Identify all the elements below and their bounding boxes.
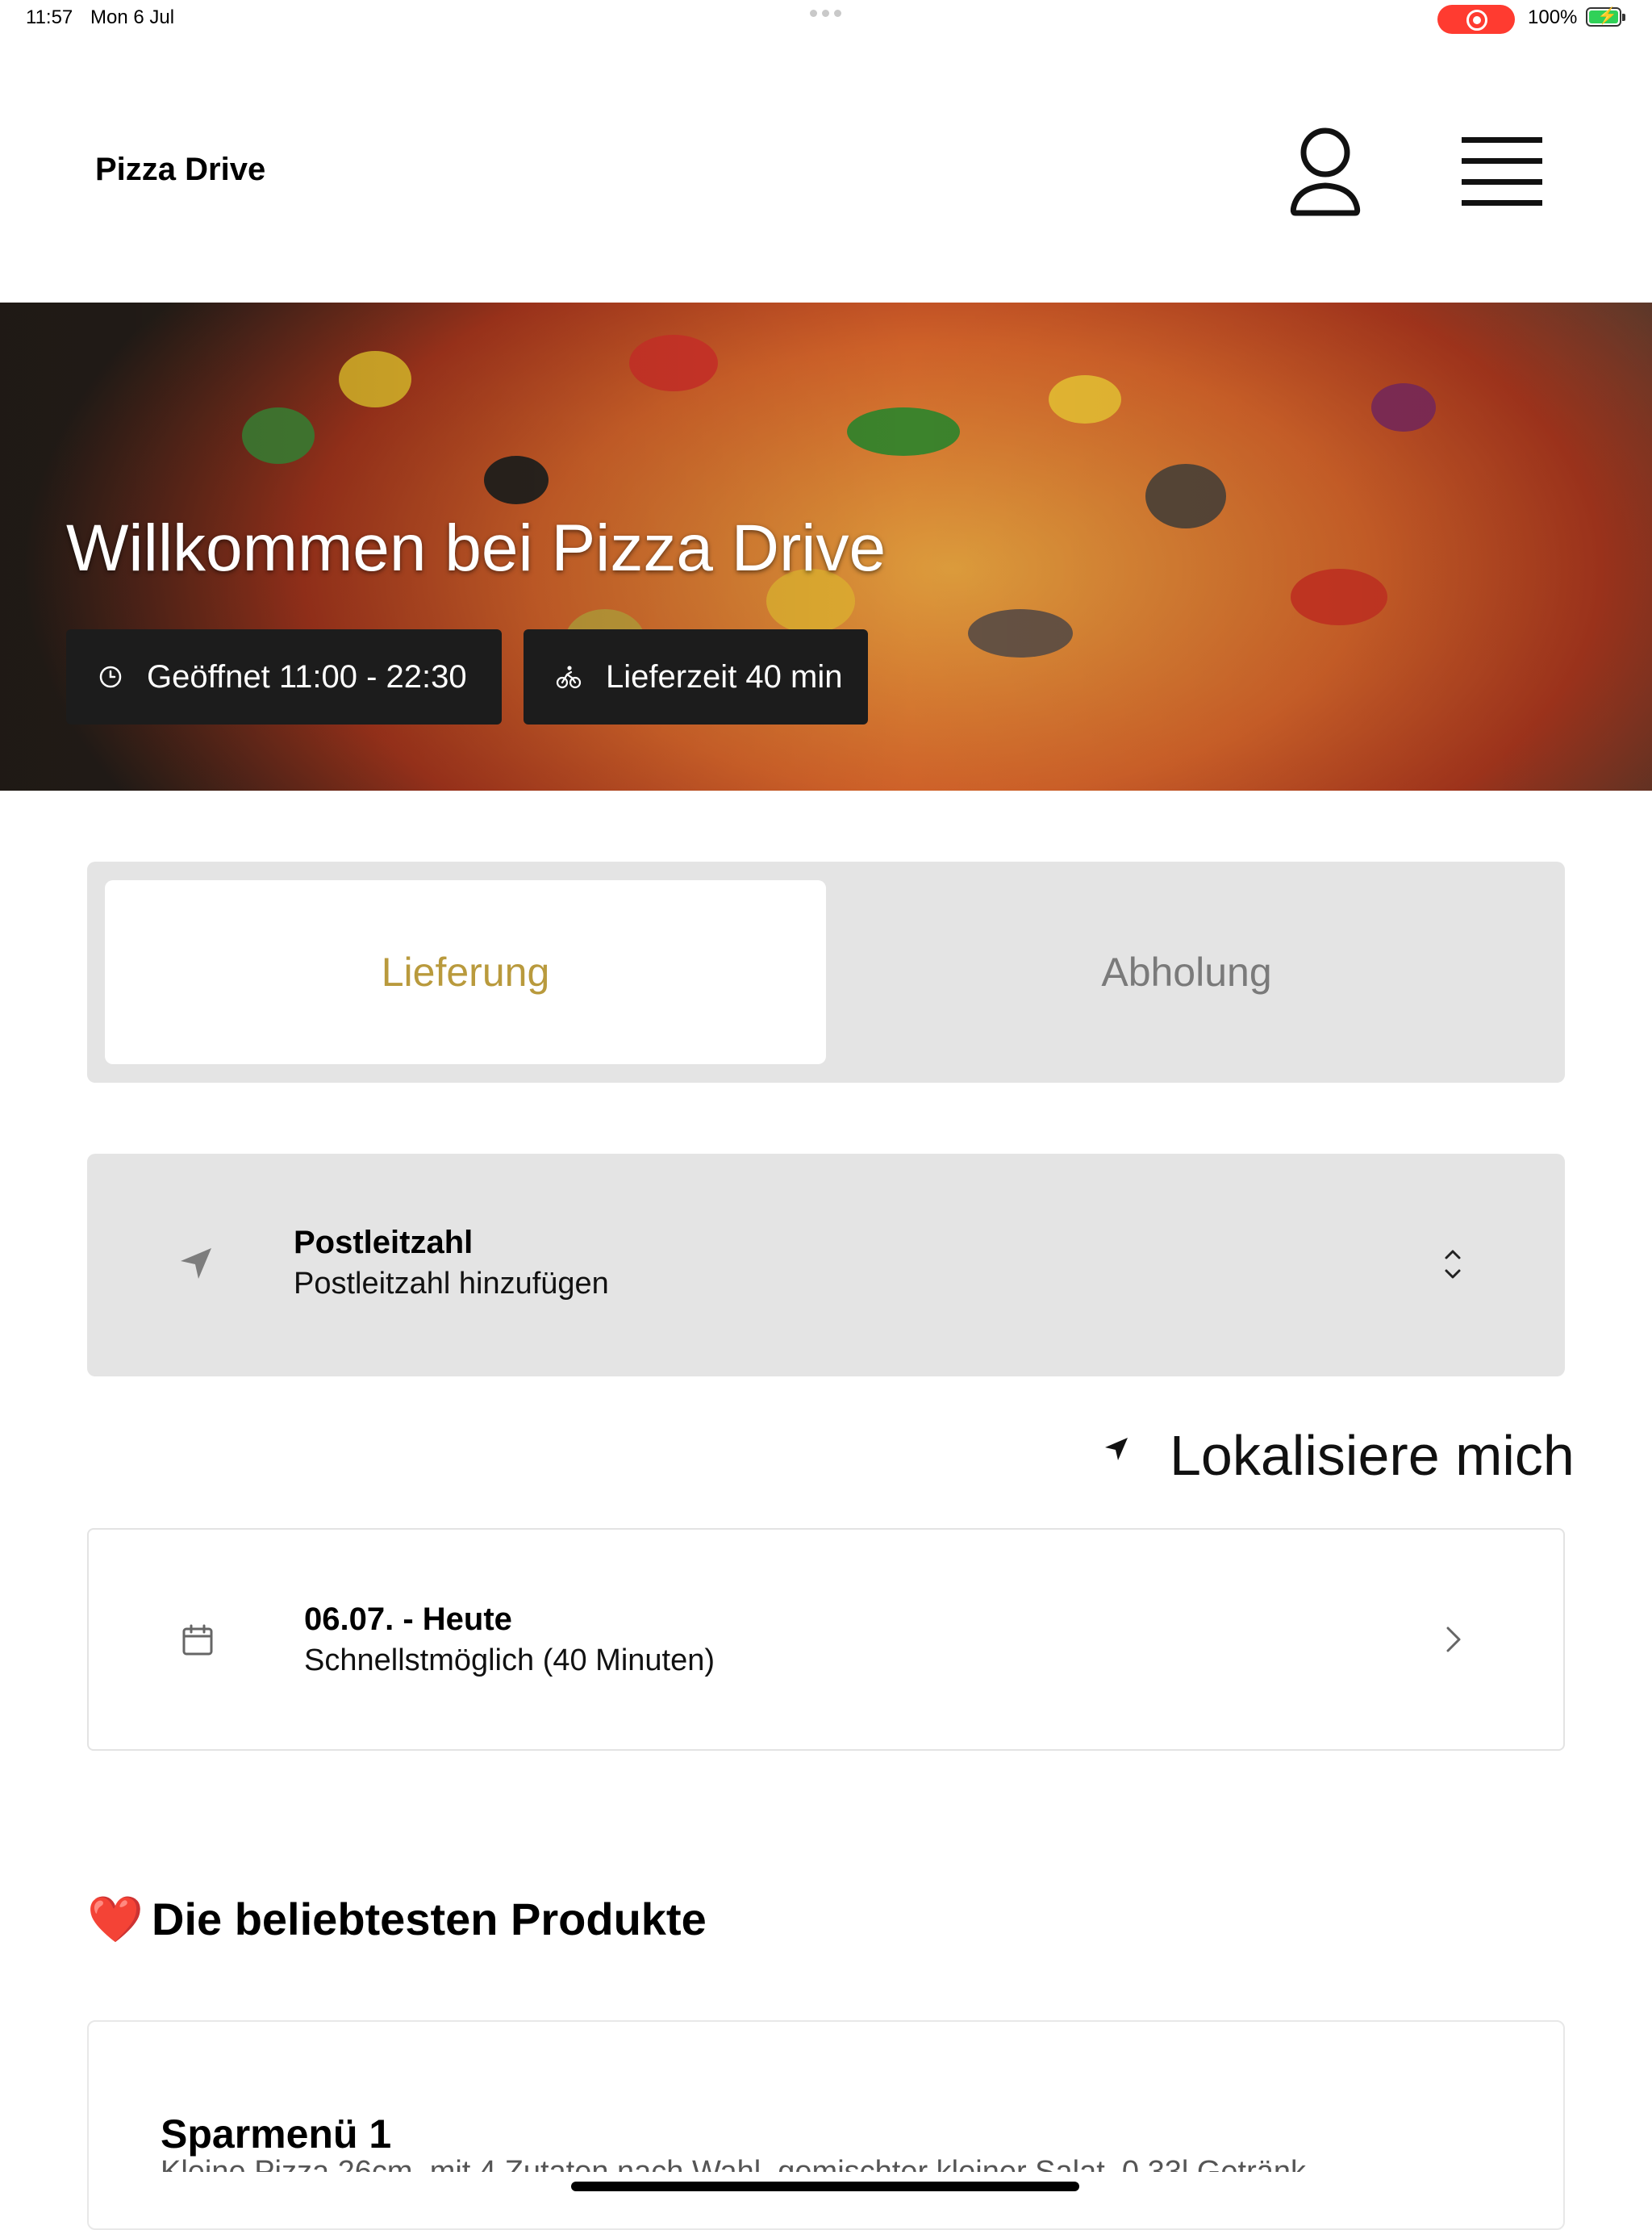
chevron-right-icon[interactable]: [1444, 1625, 1463, 1654]
delivery-time-text: Lieferzeit 40 min: [606, 658, 843, 695]
tab-lieferung[interactable]: Lieferung: [105, 880, 826, 1064]
status-date: Mon 6 Jul: [90, 6, 175, 28]
delivery-time-option: Schnellstmöglich (40 Minuten): [304, 1643, 715, 1677]
user-icon[interactable]: [1289, 126, 1362, 216]
product-description: Kleine Pizza 26cm, mit 4 Zutaten nach Wa…: [161, 2156, 1451, 2172]
battery-percentage: 100%: [1528, 6, 1578, 28]
hero-title: Willkommen bei Pizza Drive: [66, 512, 886, 585]
brand-title: Pizza Drive: [95, 152, 266, 187]
postal-code-placeholder[interactable]: Postleitzahl hinzufügen: [294, 1267, 609, 1301]
section-title-popular: Die beliebtesten Produkte: [152, 1894, 707, 1944]
home-indicator[interactable]: [571, 2182, 1079, 2191]
tab-abholung[interactable]: Abholung: [826, 880, 1547, 1064]
delivery-date: 06.07. - Heute: [304, 1602, 512, 1637]
hero-banner: Willkommen bei Pizza Drive Geöffnet 11:0…: [0, 303, 1652, 791]
battery-icon: ⚡: [1586, 7, 1625, 27]
delivery-date-selector[interactable]: [87, 1528, 1565, 1751]
chevron-updown-icon[interactable]: [1441, 1246, 1465, 1283]
locate-arrow-icon[interactable]: [1103, 1436, 1129, 1462]
menu-icon[interactable]: [1462, 137, 1542, 207]
product-name: Sparmenü 1: [161, 2111, 392, 2157]
postal-code-selector[interactable]: [87, 1154, 1565, 1376]
delivery-time-chip: Lieferzeit 40 min: [524, 629, 868, 725]
calendar-icon: [182, 1624, 213, 1656]
heart-icon: ❤️: [87, 1894, 144, 1944]
opening-hours-chip: Geöffnet 11:00 - 22:30: [66, 629, 502, 725]
multitasking-dots[interactable]: [810, 10, 841, 17]
location-arrow-icon: [181, 1248, 211, 1279]
postal-code-label: Postleitzahl: [294, 1225, 473, 1260]
status-time: 11:57: [26, 6, 73, 28]
product-description-clip: Kleine Pizza 26cm, mit 4 Zutaten nach Wa…: [161, 2156, 1451, 2172]
bike-icon: [556, 666, 582, 689]
screen-recording-indicator[interactable]: [1437, 5, 1515, 34]
clock-icon: [99, 666, 122, 688]
locate-me-button[interactable]: Lokalisiere mich: [1170, 1423, 1575, 1488]
opening-hours-text: Geöffnet 11:00 - 22:30: [147, 658, 467, 695]
